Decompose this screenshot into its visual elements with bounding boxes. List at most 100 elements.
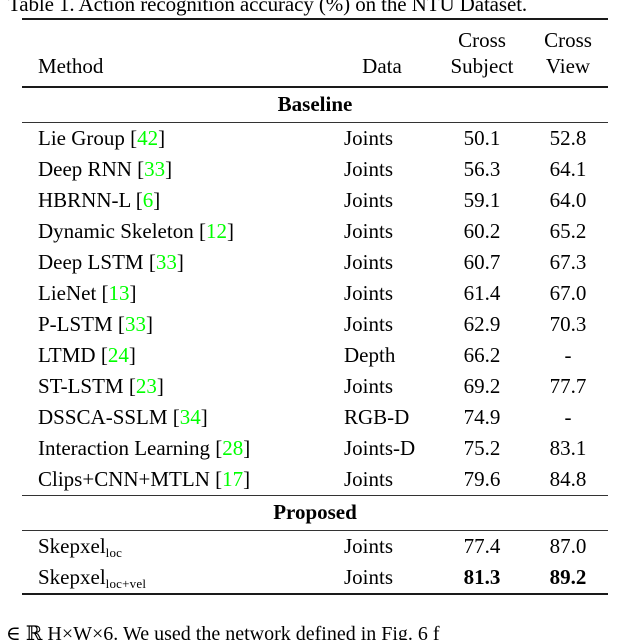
table-rule-after-section	[22, 593, 608, 596]
citation-number[interactable]: 17	[222, 467, 243, 491]
cell-cross-view: 64.1	[549, 157, 587, 181]
column-header-cross-subject-line1: Cross	[458, 28, 506, 52]
table-row: Lie Group [42] Joints 50.1 52.8	[22, 123, 608, 154]
table-row: Deep LSTM [33] Joints 60.7 67.3	[22, 247, 608, 278]
cell-data-modality: Joints	[344, 467, 394, 491]
table-row: Skepxelloc Joints 77.4 87.0	[22, 531, 608, 562]
body-text-fragment: ∈ ℝ H×W×6. We used the network defined i…	[6, 622, 622, 640]
table-row: Clips+CNN+MTLN [17] Joints 79.6 84.8	[22, 464, 608, 496]
cell-cross-subject: 60.2	[463, 219, 501, 243]
cell-data-modality: Depth	[344, 343, 396, 367]
cell-data-modality: Joints	[344, 565, 394, 589]
citation-number[interactable]: 24	[108, 343, 129, 367]
table-header-row: Method Data Cross Subject Cross View	[22, 27, 608, 87]
section-header-proposed: Proposed	[22, 496, 608, 531]
table-row: ST-LSTM [23] Joints 69.2 77.7	[22, 371, 608, 402]
cell-data-modality: Joints	[344, 281, 394, 305]
cell-cross-view: 77.7	[549, 374, 587, 398]
cell-data-modality: Joints	[344, 188, 394, 212]
results-table-body: Method Data Cross Subject Cross View Baseline L…	[22, 18, 608, 596]
citation-number[interactable]: 28	[222, 436, 243, 460]
body-text-line: ∈ ℝ H×W×6. We used the network defined i…	[6, 623, 440, 640]
citation-number[interactable]: 13	[109, 281, 130, 305]
cell-data-modality: Joints	[344, 126, 394, 150]
cell-method: HBRNN-L [6]	[38, 188, 161, 212]
cell-cross-subject: 79.6	[463, 467, 501, 491]
cell-cross-subject: 60.7	[463, 250, 501, 274]
cell-cross-view: 64.0	[549, 188, 587, 212]
method-subscript: loc	[105, 545, 123, 560]
table-row: P-LSTM [33] Joints 62.9 70.3	[22, 309, 608, 340]
cell-data-modality: Joints-D	[344, 436, 416, 460]
cell-method: LieNet [13]	[38, 281, 137, 305]
column-header-cross-subject: Cross Subject	[436, 27, 528, 87]
section-title: Baseline	[277, 92, 353, 116]
cell-method: Clips+CNN+MTLN [17]	[38, 467, 251, 491]
cell-method: LTMD [24]	[38, 343, 136, 367]
table-row: Interaction Learning [28] Joints-D 75.2 83.…	[22, 433, 608, 464]
column-header-cross-view-line2: View	[545, 54, 591, 78]
cell-cross-view: -	[564, 405, 572, 429]
table-row: LieNet [13] Joints 61.4 67.0	[22, 278, 608, 309]
cell-cross-subject: 62.9	[463, 312, 501, 336]
cell-method: Dynamic Skeleton [12]	[38, 219, 234, 243]
table-row: Deep RNN [33] Joints 56.3 64.1	[22, 154, 608, 185]
column-header-data: Data	[362, 54, 402, 78]
citation-number[interactable]: 33	[156, 250, 177, 274]
cell-cross-view: 67.3	[549, 250, 587, 274]
cell-data-modality: Joints	[344, 534, 394, 558]
cell-cross-subject: 77.4	[463, 534, 501, 558]
cell-cross-view: 52.8	[549, 126, 587, 150]
citation-number[interactable]: 34	[180, 405, 201, 429]
cell-method: DSSCA-SSLM [34]	[38, 405, 208, 429]
cell-cross-subject: 74.9	[463, 405, 501, 429]
table-row: DSSCA-SSLM [34] RGB-D 74.9 -	[22, 402, 608, 433]
cell-method: Lie Group [42]	[38, 126, 166, 150]
citation-number[interactable]: 6	[143, 188, 154, 212]
citation-number[interactable]: 33	[144, 157, 165, 181]
citation-number[interactable]: 33	[125, 312, 146, 336]
results-table: Method Data Cross Subject Cross View Baseline L…	[22, 18, 608, 596]
cell-cross-subject: 59.1	[463, 188, 501, 212]
table-caption: Table 1. Action recognition accuracy (%)…	[8, 0, 528, 16]
column-header-cross-subject-line2: Subject	[450, 54, 514, 78]
cell-cross-view: 70.3	[549, 312, 587, 336]
cell-cross-subject: 61.4	[463, 281, 501, 305]
cell-data-modality: Joints	[344, 219, 394, 243]
results-table-container: Method Data Cross Subject Cross View Baseline L…	[22, 18, 608, 596]
cell-method: Deep RNN [33]	[38, 157, 173, 181]
column-header-method: Method	[38, 54, 104, 78]
cell-cross-subject: 69.2	[463, 374, 501, 398]
table-row: HBRNN-L [6] Joints 59.1 64.0	[22, 185, 608, 216]
cell-method: Interaction Learning [28]	[38, 436, 251, 460]
cell-cross-view: 87.0	[549, 534, 587, 558]
citation-number[interactable]: 12	[206, 219, 227, 243]
cell-method: Skepxelloc	[38, 534, 123, 560]
cell-data-modality: Joints	[344, 374, 394, 398]
cell-cross-subject: 50.1	[463, 126, 501, 150]
cell-cross-view: -	[564, 343, 572, 367]
section-title: Proposed	[273, 500, 357, 524]
cell-data-modality: Joints	[344, 312, 394, 336]
cell-method: Deep LSTM [33]	[38, 250, 184, 274]
column-header-cross-view: Cross View	[528, 27, 608, 87]
column-header-cross-view-line1: Cross	[544, 28, 592, 52]
cell-cross-view: 67.0	[549, 281, 587, 305]
cell-data-modality: RGB-D	[344, 405, 410, 429]
citation-number[interactable]: 42	[137, 126, 158, 150]
cell-cross-subject: 66.2	[463, 343, 501, 367]
table-row: LTMD [24] Depth 66.2 -	[22, 340, 608, 371]
cell-method: ST-LSTM [23]	[38, 374, 164, 398]
cell-method: Skepxelloc+vel	[38, 565, 147, 591]
citation-number[interactable]: 23	[136, 374, 157, 398]
cell-data-modality: Joints	[344, 250, 394, 274]
table-row: Skepxelloc+vel Joints 81.3 89.2	[22, 562, 608, 594]
cell-cross-view: 65.2	[549, 219, 587, 243]
cell-cross-subject: 81.3	[463, 565, 501, 589]
cell-cross-subject: 56.3	[463, 157, 501, 181]
cell-method: P-LSTM [33]	[38, 312, 153, 336]
method-subscript: loc+vel	[105, 576, 147, 591]
cell-data-modality: Joints	[344, 157, 394, 181]
cell-cross-view: 83.1	[549, 436, 587, 460]
cell-cross-view: 89.2	[549, 565, 587, 589]
